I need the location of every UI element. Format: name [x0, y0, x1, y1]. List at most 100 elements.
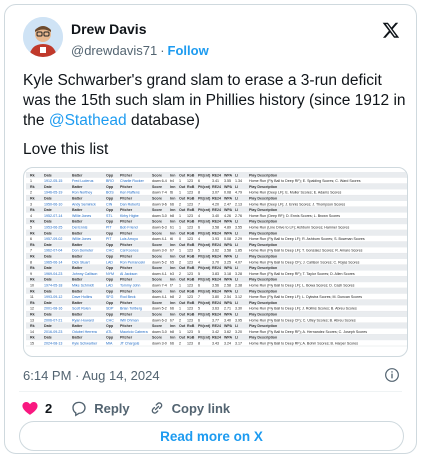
table-cell: 5 — [198, 330, 200, 334]
table-header-cell: Pitcher — [120, 301, 133, 305]
table-header-cell: Out — [179, 289, 186, 293]
table-cell: 5 — [198, 272, 200, 276]
table-cell: Will Ohman — [120, 318, 139, 322]
table-header-cell: Rk — [30, 289, 35, 293]
table-header-cell: Play Description — [249, 278, 277, 282]
table-cell: 123 — [187, 260, 193, 264]
tweet-media-image[interactable]: Rk Date Batter Opp Pitcher Score Inn Out RoB Pit(… — [23, 167, 408, 357]
table-cell: SFG — [106, 295, 114, 299]
copy-link-button[interactable]: Copy link — [148, 399, 230, 417]
table-cell: Home Run (Fly Ball to Deep CF); J. Calli… — [249, 260, 360, 264]
table-header-cell: Date — [44, 301, 52, 305]
table-cell: 3.17 — [235, 342, 242, 346]
table-header-cell: Play Description — [249, 197, 277, 201]
table-header-cell: LI — [235, 173, 238, 177]
table-cell: LAD — [106, 284, 113, 288]
reply-button[interactable]: Reply — [70, 399, 130, 417]
table-header-cell: RoB — [187, 208, 195, 212]
table-cell: t6 — [170, 237, 173, 241]
table-header-cell: Rk — [30, 278, 35, 282]
table-header-cell: Rk — [30, 208, 35, 212]
table-cell: 3.58 — [212, 226, 219, 230]
table-cell: Kirby Higbe — [120, 214, 139, 218]
table-header-cell: RE24 — [212, 313, 221, 317]
table-header-cell: Pitcher — [120, 289, 133, 293]
table-header-cell: Out — [179, 231, 186, 235]
table-header-cell: WPA — [224, 243, 233, 247]
table-cell: 1950-06-10 — [44, 202, 62, 206]
table-header-cell: Opp — [106, 231, 114, 235]
table-cell: down 6-3 — [152, 226, 167, 230]
table-header-cell: Opp — [106, 324, 114, 328]
table-header-cell: Out — [179, 185, 186, 189]
table-cell: 3.42 — [212, 330, 219, 334]
read-more-button[interactable]: Read more on X — [19, 421, 404, 451]
table-cell: Willie Jones — [72, 237, 91, 241]
table-cell: CIN — [106, 202, 113, 206]
x-logo-icon[interactable] — [382, 21, 400, 39]
table-header-cell: RoB — [187, 173, 195, 177]
follow-button[interactable]: Follow — [168, 43, 209, 58]
table-header-cell: Inn — [170, 208, 175, 212]
table-header-cell: Pit(cnt) — [198, 301, 211, 305]
table-cell: 123 — [187, 318, 193, 322]
table-header-cell: RoB — [187, 301, 195, 305]
table-cell: 7 — [198, 295, 200, 299]
table-cell: 3.55 — [224, 179, 231, 183]
table-cell: Odubel Herrera — [72, 330, 97, 334]
table-cell: 123 — [187, 191, 193, 195]
author-name[interactable]: Drew Davis — [71, 21, 146, 37]
table-cell: 3.58 — [224, 249, 231, 253]
avatar[interactable] — [23, 17, 63, 57]
table-cell: Ron Northey — [72, 191, 92, 195]
table-header-cell: Pit(cnt) — [198, 324, 211, 328]
table-cell: 4.20 — [212, 202, 219, 206]
table-cell: 3.95 — [235, 318, 242, 322]
table-cell: b8 — [170, 295, 174, 299]
table-cell: 3.40 — [212, 214, 219, 218]
table-header-cell: Batter — [72, 278, 83, 282]
table-cell: 5 — [30, 226, 32, 230]
table-header-cell: Inn — [170, 278, 175, 282]
like-button[interactable]: 2 — [21, 399, 52, 417]
table-cell: PIT — [106, 237, 112, 241]
table-header-cell: LI — [235, 278, 238, 282]
table-cell: Home Run (Fly Ball to Deep RF); A. Herna… — [249, 330, 367, 334]
info-icon[interactable] — [384, 367, 400, 383]
table-header-cell: Play Description — [249, 231, 277, 235]
table-cell: 6 — [30, 237, 32, 241]
table-cell: 123 — [187, 179, 193, 183]
table-cell: Home Run (Fly Ball to Deep LF); T. Gonza… — [249, 249, 363, 253]
table-cell: down 5-2 — [152, 307, 167, 311]
table-header-cell: LI — [235, 266, 238, 270]
table-cell: b4 — [170, 179, 174, 183]
table-header-cell: Play Description — [249, 220, 277, 224]
table-header-cell: Score — [152, 324, 162, 328]
author-handle[interactable]: @drewdavis71 — [71, 43, 157, 58]
table-cell: 1946-05-19 — [44, 191, 62, 195]
table-header-cell: Score — [152, 301, 162, 305]
table-cell: 2 — [179, 295, 181, 299]
table-header-cell: Rk — [30, 173, 35, 177]
table-header-cell: Out — [179, 313, 186, 317]
table-header-cell: Pit(cnt) — [198, 243, 211, 247]
table-cell: 2.13 — [235, 202, 242, 206]
table-cell: 123 — [187, 272, 193, 276]
tweet-timestamp[interactable]: 6:14 PM · Aug 14, 2024 — [23, 368, 160, 383]
table-cell: Home Run (Fly Ball to Deep LF); L. Bowa … — [249, 284, 355, 288]
table-cell: 1974-05-18 — [44, 284, 62, 288]
table-cell: SDP — [106, 307, 114, 311]
table-header-cell: Rk — [30, 243, 35, 247]
table-cell: 1962-07-04 — [44, 249, 62, 253]
table-header-cell: Date — [44, 278, 52, 282]
table-cell: b7 — [170, 249, 174, 253]
table-cell: 1993-09-12 — [44, 295, 62, 299]
table-header-cell: RoB — [187, 231, 195, 235]
table-header-cell: Opp — [106, 197, 114, 201]
table-header-cell: Pit(cnt) — [198, 197, 211, 201]
table-cell: 1965-06-14 — [44, 260, 62, 264]
mention-link[interactable]: @Stathead — [49, 112, 127, 129]
table-cell: 123 — [187, 226, 193, 230]
table-header-cell: WPA — [224, 231, 233, 235]
action-bar: 2 Reply Copy link — [21, 399, 248, 417]
